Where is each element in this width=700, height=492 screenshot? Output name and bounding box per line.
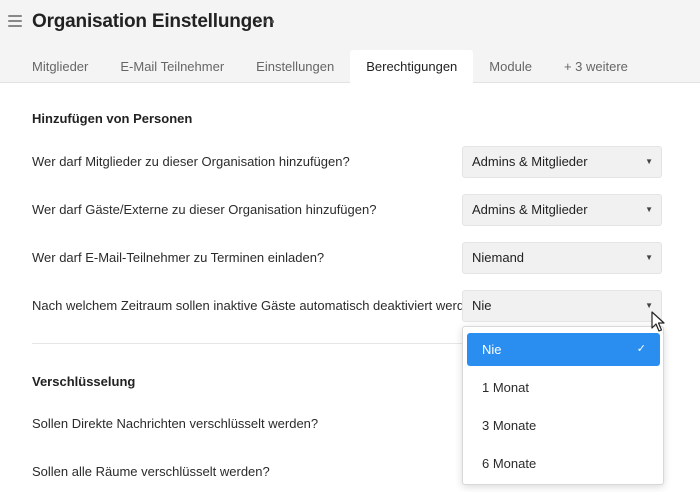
dropdown-option-3-monate[interactable]: 3 Monate: [467, 409, 660, 442]
question-encrypt-rooms: Sollen alle Räume verschlüsselt werden?: [32, 464, 270, 479]
tab-bar: Mitglieder E-Mail Teilnehmer Einstellung…: [16, 50, 644, 83]
option-label: 3 Monate: [482, 418, 537, 433]
select-add-members[interactable]: Admins & Mitglieder ▼: [462, 146, 662, 178]
tab-module[interactable]: Module: [473, 50, 548, 83]
caret-down-icon: ▼: [645, 253, 653, 262]
section-title-add-people: Hinzufügen von Personen: [32, 111, 193, 126]
select-value: Admins & Mitglieder: [472, 202, 588, 217]
question-invite-email: Wer darf E-Mail-Teilnehmer zu Terminen e…: [32, 250, 325, 265]
select-add-guests[interactable]: Admins & Mitglieder ▼: [462, 194, 662, 226]
question-deactivate-guests: Nach welchem Zeitraum sollen inaktive Gä…: [32, 298, 486, 313]
section-divider: [32, 343, 462, 344]
select-value: Nie: [472, 298, 492, 313]
select-value: Admins & Mitglieder: [472, 154, 588, 169]
tab-berechtigungen[interactable]: Berechtigungen: [350, 50, 474, 83]
section-title-encryption: Verschlüsselung: [32, 374, 136, 389]
dropdown-option-6-monate[interactable]: 6 Monate: [467, 447, 660, 480]
dropdown-menu: Nie ✓ 1 Monat 3 Monate 6 Monate: [462, 326, 664, 485]
dropdown-option-1-monat[interactable]: 1 Monat: [467, 371, 660, 404]
header: Organisation Einstellungen ··· Mitgliede…: [0, 0, 700, 83]
page-title: Organisation Einstellungen: [32, 11, 274, 32]
question-add-members: Wer darf Mitglieder zu dieser Organisati…: [32, 154, 350, 169]
dropdown-option-nie[interactable]: Nie ✓: [467, 333, 660, 366]
question-encrypt-dm: Sollen Direkte Nachrichten verschlüsselt…: [32, 416, 319, 431]
tab-more[interactable]: + 3 weitere: [548, 50, 644, 83]
caret-down-icon: ▼: [645, 157, 653, 166]
select-deactivate-guests[interactable]: Nie ▼: [462, 290, 662, 322]
caret-down-icon: ▼: [645, 205, 653, 214]
check-icon: ✓: [636, 343, 646, 355]
select-invite-email[interactable]: Niemand ▼: [462, 242, 662, 274]
tab-mitglieder[interactable]: Mitglieder: [16, 50, 104, 83]
question-add-guests: Wer darf Gäste/Externe zu dieser Organis…: [32, 202, 377, 217]
more-options-icon[interactable]: ···: [256, 12, 277, 33]
option-label: 1 Monat: [482, 380, 529, 395]
tab-einstellungen[interactable]: Einstellungen: [240, 50, 350, 83]
option-label: 6 Monate: [482, 456, 537, 471]
option-label: Nie: [482, 342, 502, 357]
select-value: Niemand: [472, 250, 525, 265]
mouse-cursor-icon: [651, 311, 665, 332]
tab-email-teilnehmer[interactable]: E-Mail Teilnehmer: [104, 50, 240, 83]
menu-icon[interactable]: [8, 15, 22, 29]
